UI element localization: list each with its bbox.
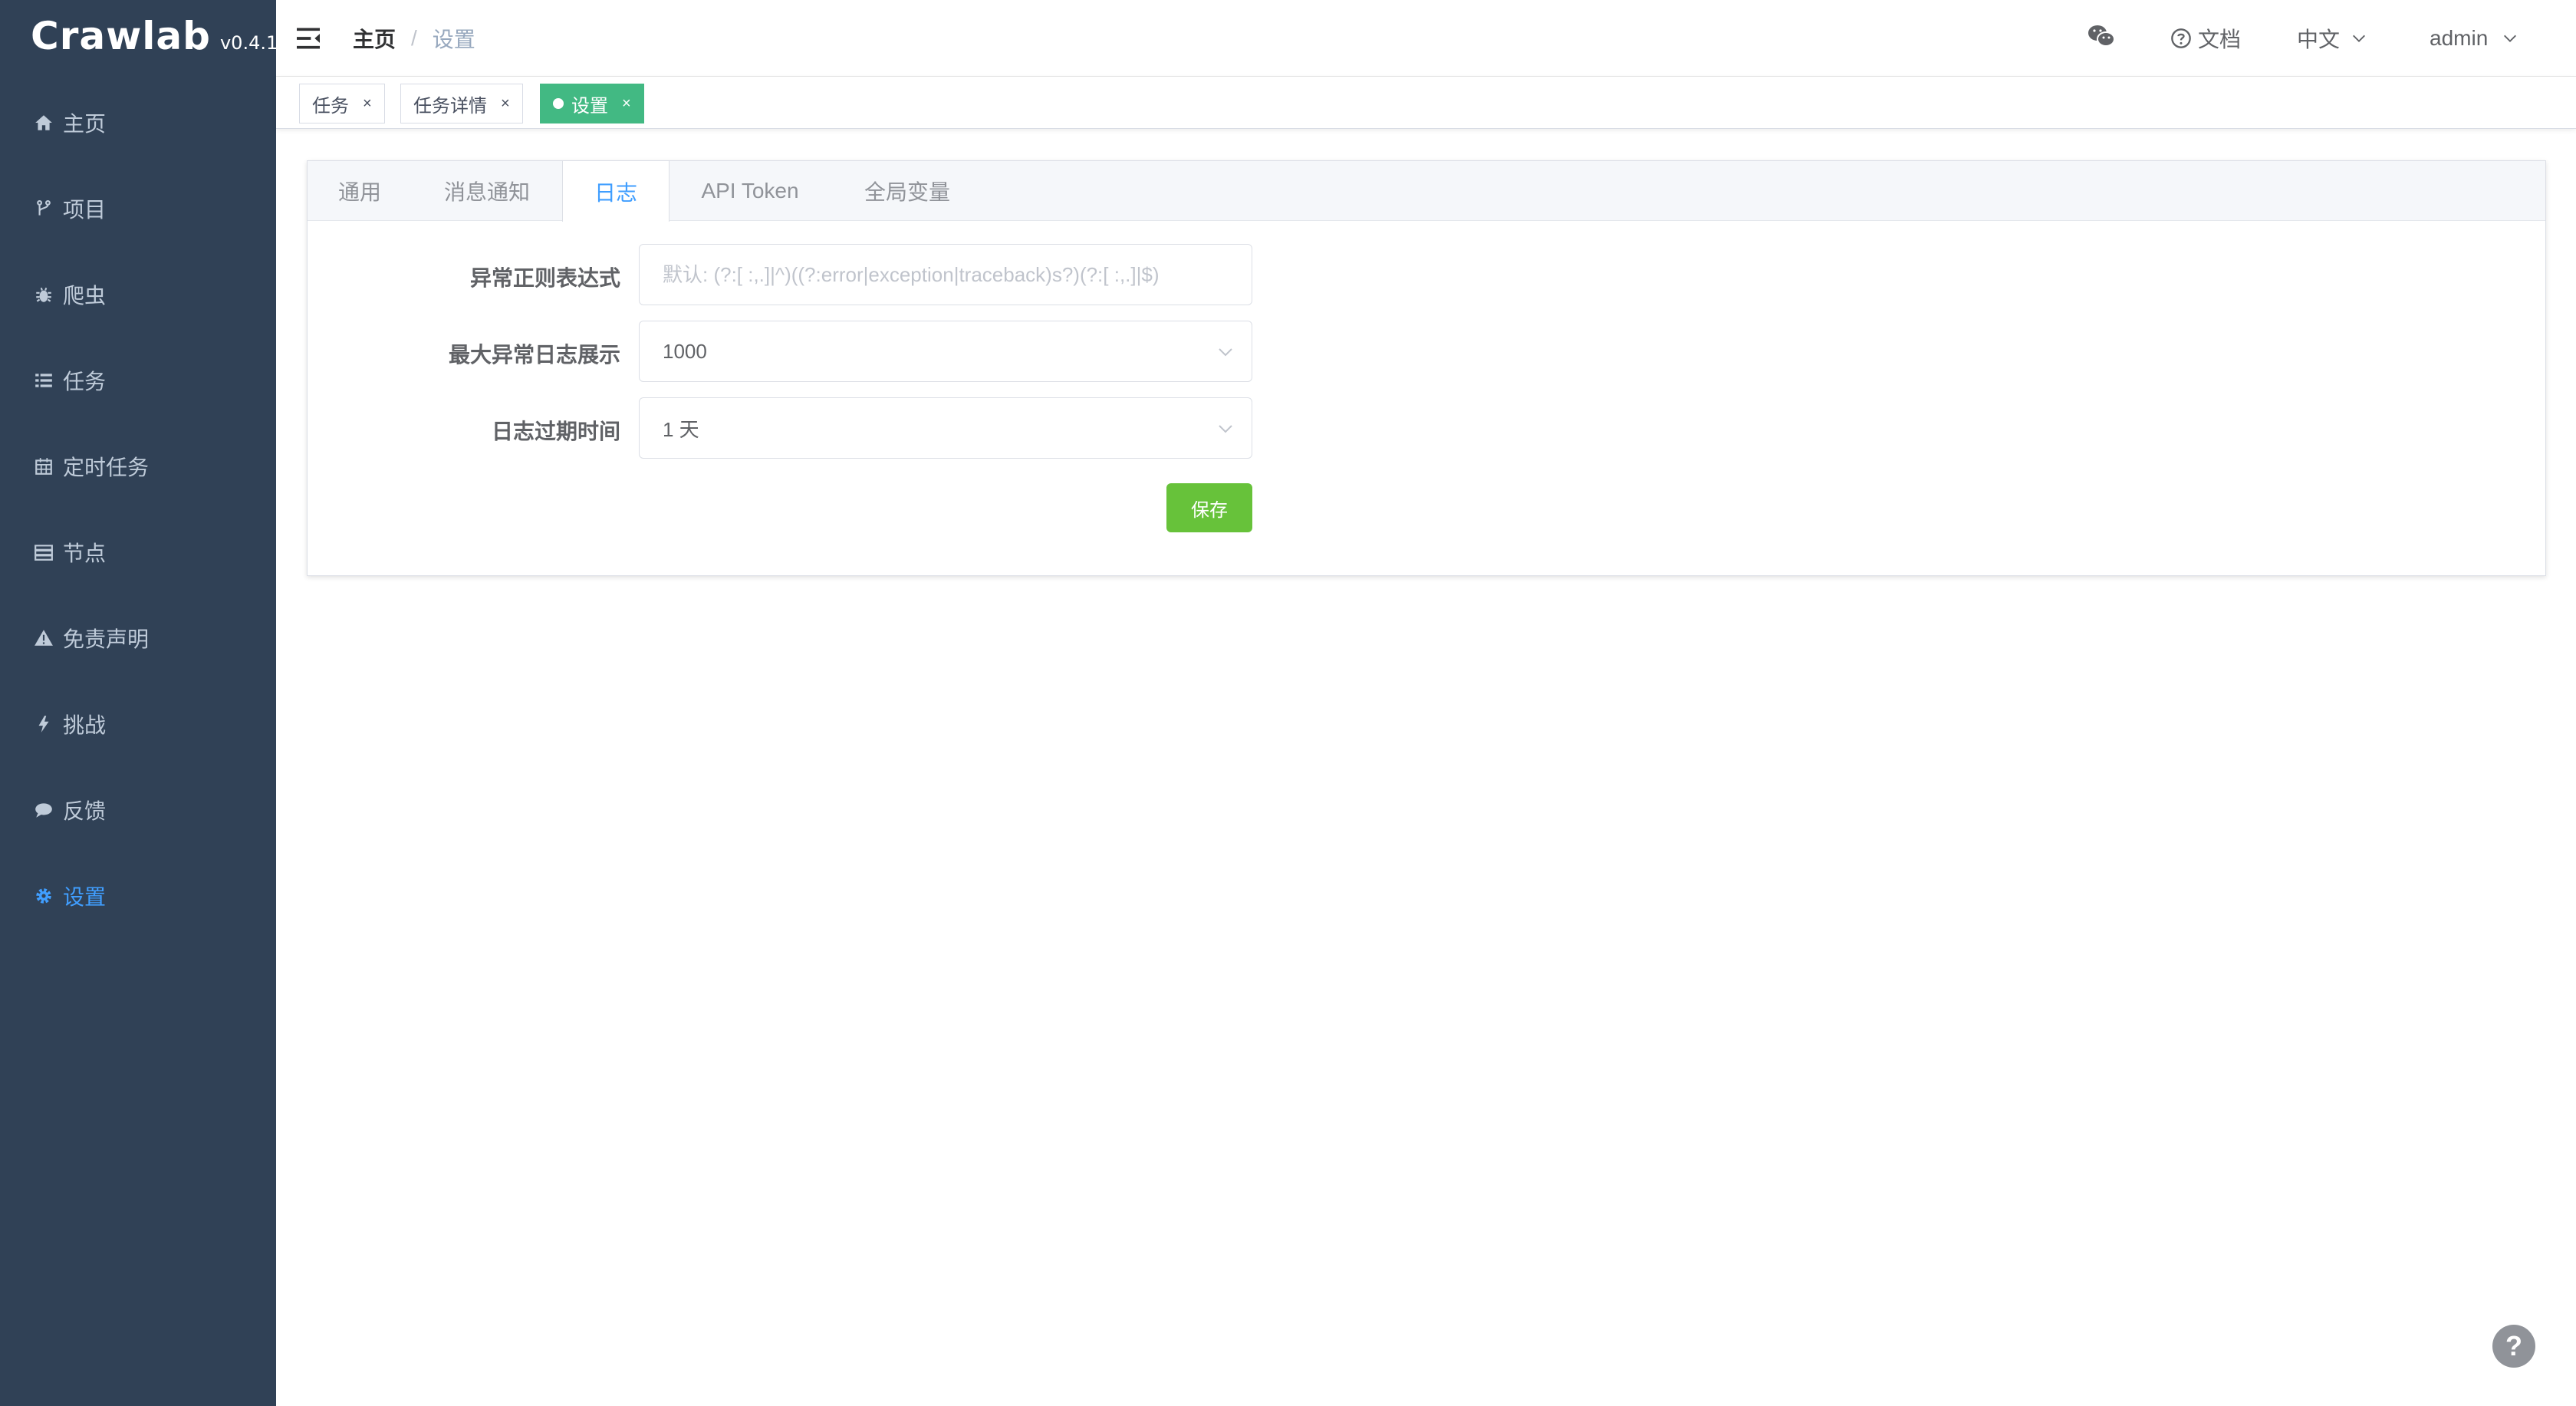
docs-link[interactable]: 文档 (2170, 20, 2241, 57)
bolt-icon (32, 713, 55, 736)
sidebar-item-tasks[interactable]: 任务 (0, 338, 276, 423)
logo: Crawlab v0.4.10 (31, 14, 290, 68)
chevron-down-icon (2351, 30, 2367, 47)
server-icon (32, 541, 55, 564)
log-expire-label: 日志过期时间 (491, 420, 620, 443)
warning-icon (32, 627, 55, 650)
sidebar-item-settings[interactable]: 设置 (0, 853, 276, 939)
navbar: 主页 / 设置 文档 中文 admin (276, 0, 2576, 77)
close-icon[interactable]: × (622, 95, 631, 113)
error-regex-input[interactable] (663, 262, 1229, 287)
active-dot-icon (553, 98, 564, 109)
sidebar-item-spiders[interactable]: 爬虫 (0, 252, 276, 338)
sidebar-item-label: 主页 (63, 112, 107, 136)
sidebar-item-feedback[interactable]: 反馈 (0, 767, 276, 853)
settings-card: 通用 消息通知 日志 API Token 全局变量 异常正则表达式 最大异常日志… (307, 160, 2546, 576)
error-regex-label: 异常正则表达式 (469, 266, 620, 290)
tabs-header: 通用 消息通知 日志 API Token 全局变量 (308, 161, 2545, 222)
list-icon (32, 369, 55, 392)
sidebar-item-label: 任务 (63, 370, 107, 393)
docs-label: 文档 (2198, 28, 2242, 51)
gear-icon (32, 884, 55, 907)
tab-global-variables[interactable]: 全局变量 (831, 161, 984, 221)
tab-general[interactable]: 通用 (308, 161, 412, 221)
close-icon[interactable]: × (363, 95, 372, 113)
tag-settings[interactable]: 设置 × (540, 84, 644, 123)
sidebar-item-label: 项目 (63, 198, 107, 222)
help-icon[interactable]: ? (2492, 1325, 2535, 1368)
sidebar-menu: 主页 项目 爬虫 任务 定时任务 节点 免责声明 挑战 反馈 设置 (0, 80, 276, 939)
code-fork-icon (32, 197, 55, 220)
app-title: Crawlab (31, 14, 211, 58)
tab-log[interactable]: 日志 (562, 161, 669, 222)
tag-label: 任务 (312, 95, 349, 117)
max-error-logs-label: 最大异常日志展示 (448, 343, 620, 367)
close-icon[interactable]: × (501, 95, 510, 113)
log-expire-value: 1 天 (663, 417, 699, 441)
max-error-logs-value: 1000 (663, 339, 707, 363)
tag-tasks[interactable]: 任务 × (299, 84, 385, 123)
sidebar-item-projects[interactable]: 项目 (0, 166, 276, 252)
sidebar-item-label: 节点 (63, 542, 107, 565)
sidebar-item-schedules[interactable]: 定时任务 (0, 423, 276, 509)
tab-api-token[interactable]: API Token (669, 161, 831, 221)
hamburger-icon[interactable] (293, 23, 324, 54)
home-icon (32, 111, 55, 134)
user-name: admin (2430, 26, 2489, 50)
chevron-down-icon (2502, 30, 2518, 47)
chevron-down-icon (1216, 420, 1235, 438)
question-circle-icon (2170, 28, 2192, 49)
tag-task-detail[interactable]: 任务详情 × (400, 84, 523, 123)
user-dropdown[interactable]: admin (2430, 20, 2518, 57)
sidebar-item-label: 免责声明 (63, 627, 150, 651)
sidebar-item-label: 设置 (63, 885, 107, 909)
tags-view: 任务 × 任务详情 × 设置 × (276, 77, 2576, 129)
tag-label: 任务详情 (413, 95, 487, 117)
breadcrumb-current: 设置 (432, 28, 475, 51)
tag-label: 设置 (571, 95, 608, 117)
sidebar-item-label: 挑战 (63, 713, 107, 737)
calendar-icon (32, 455, 55, 478)
sidebar: Crawlab v0.4.10 主页 项目 爬虫 任务 定时任务 节点 免责声明… (0, 0, 290, 1406)
sidebar-item-label: 爬虫 (63, 284, 107, 308)
comment-icon (32, 798, 55, 822)
wechat-button[interactable] (2086, 20, 2117, 57)
bug-icon (32, 283, 55, 306)
sidebar-item-label: 定时任务 (63, 456, 150, 479)
sidebar-item-challenges[interactable]: 挑战 (0, 681, 276, 767)
sidebar-item-home[interactable]: 主页 (0, 80, 276, 166)
sidebar-item-disclaimer[interactable]: 免责声明 (0, 595, 276, 681)
breadcrumb-home[interactable]: 主页 (353, 23, 396, 54)
error-regex-field[interactable] (639, 244, 1252, 305)
max-error-logs-select[interactable]: 1000 (639, 321, 1252, 382)
breadcrumb: 主页 / 设置 (353, 23, 475, 54)
language-dropdown[interactable]: 中文 (2297, 20, 2367, 57)
sidebar-item-label: 反馈 (63, 799, 107, 823)
wechat-icon (2086, 23, 2117, 54)
log-expire-select[interactable]: 1 天 (639, 397, 1252, 459)
save-button[interactable]: 保存 (1166, 483, 1252, 532)
chevron-down-icon (1216, 343, 1235, 361)
breadcrumb-separator: / (411, 26, 417, 50)
language-label: 中文 (2297, 28, 2341, 51)
tab-notifications[interactable]: 消息通知 (412, 161, 562, 221)
sidebar-item-nodes[interactable]: 节点 (0, 509, 276, 595)
